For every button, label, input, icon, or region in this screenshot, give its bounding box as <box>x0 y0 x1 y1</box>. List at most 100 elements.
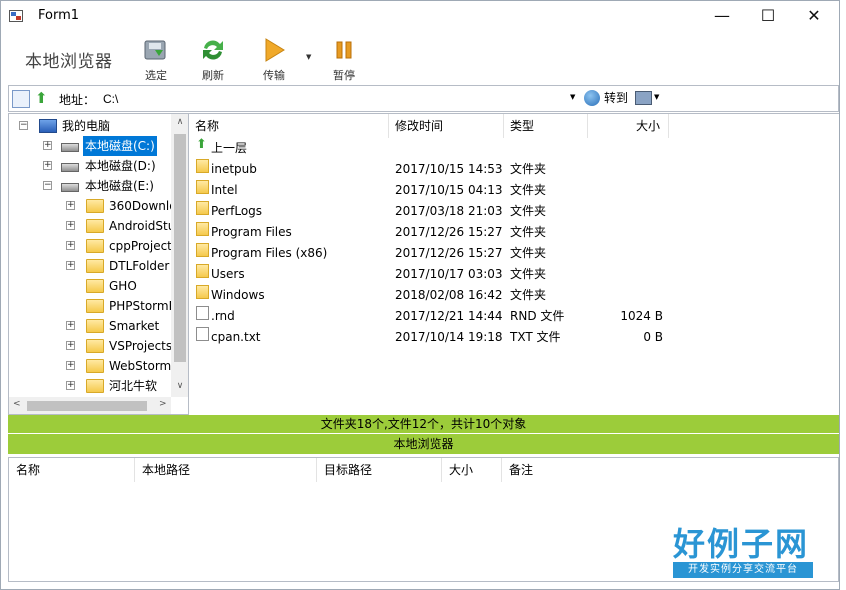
folder-icon <box>86 299 104 313</box>
file-name: Intel <box>211 183 238 197</box>
transfer-column-size[interactable]: 大小 <box>442 458 502 482</box>
scroll-thumb[interactable] <box>27 401 147 411</box>
table-row[interactable]: .rnd 2017/12/21 14:44 RND 文件 1024 B <box>189 306 669 327</box>
expand-icon[interactable]: + <box>66 241 75 250</box>
panel-title-bar: 本地浏览器 <box>8 434 839 454</box>
folder-tree[interactable]: − 我的电脑 + 本地磁盘(C:) + 本地磁盘(D:) − 本地磁盘(E:) … <box>8 113 189 415</box>
expand-icon[interactable]: + <box>43 161 52 170</box>
select-button[interactable]: 选定 <box>134 35 178 83</box>
main-window: Form1 — ☐ ✕ 本地浏览器 选定 刷新 传输 ▼ 暂停 ⬆ 地址： C:… <box>0 0 840 590</box>
collapse-icon[interactable]: − <box>43 181 52 190</box>
file-icon <box>196 327 209 341</box>
file-modified: 2017/10/15 04:13 <box>395 183 503 197</box>
expand-icon[interactable]: + <box>66 221 75 230</box>
toolbar-brand: 本地浏览器 <box>25 52 113 72</box>
transfer-button[interactable]: 传输 <box>252 35 296 83</box>
folder-icon <box>86 319 104 333</box>
select-label: 选定 <box>145 69 167 82</box>
refresh-label: 刷新 <box>202 69 224 82</box>
scroll-left-icon[interactable]: < <box>13 399 21 409</box>
folder-icon <box>86 199 104 213</box>
refresh-button[interactable]: 刷新 <box>191 35 235 83</box>
toolbar: 本地浏览器 选定 刷新 传输 ▼ 暂停 <box>1 32 839 84</box>
expand-icon[interactable]: + <box>66 261 75 270</box>
file-type: 文件夹 <box>510 267 547 281</box>
file-type: 文件夹 <box>510 225 547 239</box>
table-row[interactable]: Program Files 2017/12/26 15:27 文件夹 <box>189 222 669 243</box>
tree-item-label: 河北牛软 <box>109 379 158 393</box>
folder-icon <box>196 285 209 299</box>
scroll-thumb[interactable] <box>174 134 186 362</box>
tree-item-label: 本地磁盘(C:) <box>83 136 157 156</box>
folder-icon <box>86 339 104 353</box>
list-item-up[interactable]: ⬆ 上一层 <box>189 138 669 159</box>
column-header-size[interactable]: 大小 <box>588 114 669 138</box>
file-name: cpan.txt <box>211 330 261 344</box>
table-row[interactable]: Users 2017/10/17 03:03 文件夹 <box>189 264 669 285</box>
logo-text: 好例子网 <box>673 525 810 563</box>
file-type: TXT 文件 <box>510 330 561 344</box>
expand-icon[interactable]: + <box>66 381 75 390</box>
expand-icon[interactable]: + <box>66 321 75 330</box>
pause-icon <box>336 41 352 59</box>
table-row[interactable]: PerfLogs 2017/03/18 21:03 文件夹 <box>189 201 669 222</box>
go-button[interactable]: 转到 <box>584 88 628 109</box>
file-size: 0 B <box>643 330 663 344</box>
table-row[interactable]: inetpub 2017/10/15 14:53 文件夹 <box>189 159 669 180</box>
file-modified: 2017/10/17 03:03 <box>395 267 503 281</box>
address-dropdown-icon[interactable]: ▼ <box>570 93 575 101</box>
table-row[interactable]: Program Files (x86) 2017/12/26 15:27 文件夹 <box>189 243 669 264</box>
transfer-column-local-path[interactable]: 本地路径 <box>135 458 317 482</box>
transfer-column-target-path[interactable]: 目标路径 <box>317 458 442 482</box>
address-bar: ⬆ 地址： ▼ 转到 ▼ <box>8 85 839 112</box>
expand-icon[interactable]: + <box>43 141 52 150</box>
column-header-type[interactable]: 类型 <box>504 114 588 138</box>
table-row[interactable]: Windows 2018/02/08 16:42 文件夹 <box>189 285 669 306</box>
folder-icon <box>196 201 209 215</box>
folder-icon <box>196 264 209 278</box>
tree-toggle-icon[interactable] <box>12 90 30 108</box>
file-type: 文件夹 <box>510 288 547 302</box>
folder-icon <box>86 219 104 233</box>
collapse-icon[interactable]: − <box>19 121 28 130</box>
tree-item-label: 360Downlo <box>109 199 177 213</box>
summary-status-bar: 文件夹18个,文件12个，共计10个对象 <box>8 415 839 433</box>
scroll-down-icon[interactable]: ∨ <box>171 381 188 391</box>
transfer-column-name[interactable]: 名称 <box>9 458 135 482</box>
table-row[interactable]: cpan.txt 2017/10/14 19:18 TXT 文件 0 B <box>189 327 669 348</box>
title-bar: Form1 — ☐ ✕ <box>1 1 839 32</box>
refresh-icon <box>203 40 223 60</box>
go-label: 转到 <box>604 91 629 105</box>
view-mode-button[interactable]: ▼ <box>635 90 661 108</box>
address-input[interactable] <box>103 89 579 108</box>
minimize-button[interactable]: — <box>699 1 745 32</box>
file-list[interactable]: 名称 修改时间 类型 大小 ⬆ 上一层 inetpub 2017/10/15 1… <box>189 113 839 415</box>
expand-icon[interactable]: + <box>66 341 75 350</box>
file-modified: 2017/12/26 15:27 <box>395 225 503 239</box>
file-type: 文件夹 <box>510 204 547 218</box>
folder-icon <box>196 159 209 173</box>
expand-icon[interactable]: + <box>66 201 75 210</box>
tree-item-label: 我的电脑 <box>62 119 111 133</box>
folder-icon <box>86 259 104 273</box>
close-button[interactable]: ✕ <box>791 1 837 32</box>
column-header-modified[interactable]: 修改时间 <box>389 114 504 138</box>
file-type: RND 文件 <box>510 309 565 323</box>
scroll-up-icon[interactable]: ∧ <box>171 117 188 127</box>
tree-item-label: WebStorm <box>109 359 172 373</box>
table-row[interactable]: Intel 2017/10/15 04:13 文件夹 <box>189 180 669 201</box>
column-header-name[interactable]: 名称 <box>189 114 389 138</box>
pause-button[interactable]: 暂停 <box>322 35 366 83</box>
maximize-button[interactable]: ☐ <box>745 1 791 32</box>
tree-horizontal-scrollbar[interactable]: < > <box>9 397 171 414</box>
expand-icon[interactable]: + <box>66 361 75 370</box>
transfer-dropdown-icon[interactable]: ▼ <box>306 53 311 61</box>
file-modified: 2017/12/26 15:27 <box>395 246 503 260</box>
up-arrow-icon[interactable]: ⬆ <box>35 89 53 107</box>
tree-vertical-scrollbar[interactable]: ∧ ∨ <box>171 114 188 397</box>
file-name: PerfLogs <box>211 204 263 218</box>
file-name: Windows <box>211 288 265 302</box>
file-type: 文件夹 <box>510 246 547 260</box>
transfer-column-note[interactable]: 备注 <box>502 458 642 482</box>
scroll-right-icon[interactable]: > <box>159 399 167 409</box>
